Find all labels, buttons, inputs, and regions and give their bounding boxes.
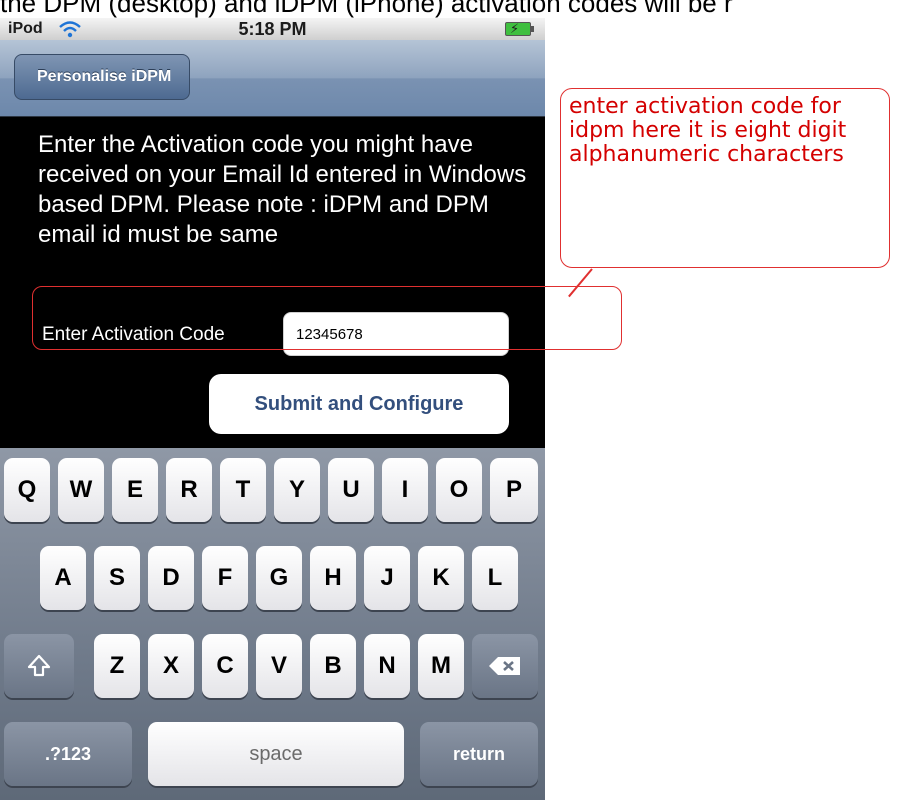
key-q[interactable]: Q bbox=[4, 458, 50, 522]
key-o[interactable]: O bbox=[436, 458, 482, 522]
key-z[interactable]: Z bbox=[94, 634, 140, 698]
battery-icon: ⚡ bbox=[505, 21, 534, 36]
key-p[interactable]: P bbox=[490, 458, 538, 522]
back-button[interactable]: Personalise iDPM bbox=[14, 54, 191, 100]
shift-key[interactable] bbox=[4, 634, 74, 698]
key-r[interactable]: R bbox=[166, 458, 212, 522]
key-g[interactable]: G bbox=[256, 546, 302, 610]
top-caption: the DPM (desktop) and iDPM (iPhone) acti… bbox=[0, 0, 733, 18]
space-key[interactable]: space bbox=[148, 722, 404, 786]
input-highlight-outline bbox=[32, 286, 622, 350]
key-e[interactable]: E bbox=[112, 458, 158, 522]
key-j[interactable]: J bbox=[364, 546, 410, 610]
submit-and-configure-button[interactable]: Submit and Configure bbox=[209, 374, 509, 434]
key-n[interactable]: N bbox=[364, 634, 410, 698]
phone-screen: iPod 5:18 PM ⚡ Personalise iDPM Enter th… bbox=[0, 18, 545, 800]
delete-key[interactable] bbox=[472, 634, 538, 698]
key-y[interactable]: Y bbox=[274, 458, 320, 522]
instructions-text: Enter the Activation code you might have… bbox=[38, 131, 527, 248]
keyboard: Q W E R T Y U I O P A S D F G H J K L Z … bbox=[0, 448, 545, 800]
shift-icon bbox=[27, 654, 51, 677]
key-m[interactable]: M bbox=[418, 634, 464, 698]
status-bar: iPod 5:18 PM ⚡ bbox=[0, 18, 545, 40]
key-c[interactable]: C bbox=[202, 634, 248, 698]
return-key[interactable]: return bbox=[420, 722, 538, 786]
key-i[interactable]: I bbox=[382, 458, 428, 522]
key-u[interactable]: U bbox=[328, 458, 374, 522]
key-k[interactable]: K bbox=[418, 546, 464, 610]
key-v[interactable]: V bbox=[256, 634, 302, 698]
key-b[interactable]: B bbox=[310, 634, 356, 698]
navigation-bar: Personalise iDPM bbox=[0, 40, 545, 117]
key-l[interactable]: L bbox=[472, 546, 518, 610]
delete-icon bbox=[489, 657, 520, 675]
key-t[interactable]: T bbox=[220, 458, 266, 522]
key-d[interactable]: D bbox=[148, 546, 194, 610]
numbers-key[interactable]: .?123 bbox=[4, 722, 132, 786]
key-h[interactable]: H bbox=[310, 546, 356, 610]
key-a[interactable]: A bbox=[40, 546, 86, 610]
key-s[interactable]: S bbox=[94, 546, 140, 610]
key-x[interactable]: X bbox=[148, 634, 194, 698]
status-time: 5:18 PM bbox=[238, 19, 307, 39]
key-f[interactable]: F bbox=[202, 546, 248, 610]
key-w[interactable]: W bbox=[58, 458, 104, 522]
annotation-callout: enter activation code for idpm here it i… bbox=[560, 88, 890, 268]
back-button-label: Personalise iDPM bbox=[37, 68, 172, 85]
